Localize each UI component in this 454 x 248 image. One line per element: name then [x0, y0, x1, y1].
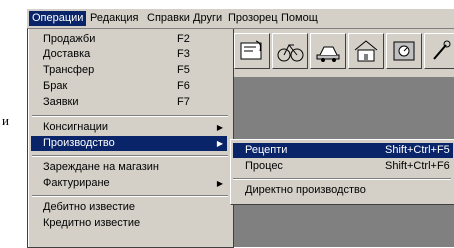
toolbar [232, 29, 454, 78]
menu-item-invoicing[interactable]: Фактуриране ▶ [31, 176, 227, 191]
bicycle-button[interactable] [272, 33, 308, 69]
submenu-item-process[interactable]: Процес Shift+Ctrl+F6 [233, 159, 453, 174]
menu-item-label: Трансфер [43, 64, 95, 76]
house-button[interactable] [348, 33, 384, 69]
menu-item-label: Брак [43, 80, 68, 92]
menu-item-shortcut: F6 [177, 80, 190, 92]
menu-separator [32, 115, 228, 117]
menu-bar: Операции Редакция Справки Други Прозорец… [27, 9, 454, 29]
menu-item-production[interactable]: Производство ▶ [31, 136, 227, 151]
menu-item-shortcut: F5 [177, 64, 190, 76]
submenu-arrow-icon: ▶ [216, 179, 223, 188]
menu-other[interactable]: Други [190, 11, 225, 26]
menu-item-store-load[interactable]: Зареждане на магазин [31, 160, 227, 175]
safe-button[interactable] [386, 33, 422, 69]
bicycle-icon [277, 44, 304, 62]
submenu-item-direct-production[interactable]: Директно производство [233, 183, 453, 198]
submenu-item-recipes[interactable]: Рецепти Shift+Ctrl+F5 [233, 143, 453, 158]
menu-separator [32, 155, 228, 157]
workspace [232, 29, 454, 247]
window-button[interactable] [234, 33, 270, 69]
submenu-item-label: Процес [245, 160, 283, 172]
house-icon [354, 40, 378, 62]
operations-menu: Продажби F2 Доставка F3 Трансфер F5 Брак… [27, 29, 234, 248]
menu-item-label: Кредитно известие [43, 217, 141, 229]
menu-item-label: Фактуриране [43, 177, 110, 189]
menu-item-shortcut: F7 [177, 96, 190, 108]
side-text: и [2, 113, 9, 128]
app-window: Операции Редакция Справки Други Прозорец… [27, 9, 454, 248]
tools-button[interactable] [424, 33, 454, 69]
tools-icon [433, 40, 451, 60]
menu-item-consignments[interactable]: Консигнации ▶ [31, 120, 227, 135]
submenu-arrow-icon: ▶ [216, 139, 223, 148]
menu-separator [32, 195, 228, 197]
car-icon [316, 46, 340, 62]
submenu-item-label: Директно производство [245, 184, 366, 196]
menu-references[interactable]: Справки [144, 11, 193, 26]
car-button[interactable] [310, 33, 346, 69]
submenu-item-shortcut: Shift+Ctrl+F6 [385, 160, 450, 172]
safe-icon [393, 41, 415, 61]
menu-item-transfer[interactable]: Трансфер F5 [31, 63, 227, 78]
submenu-arrow-icon: ▶ [216, 123, 223, 132]
menu-item-requests[interactable]: Заявки F7 [31, 95, 227, 110]
menu-item-delivery[interactable]: Доставка F3 [31, 47, 227, 62]
menu-item-scrap[interactable]: Брак F6 [31, 79, 227, 94]
submenu-item-shortcut: Shift+Ctrl+F5 [385, 144, 450, 156]
menu-help[interactable]: Помощ [278, 11, 321, 26]
menu-operations[interactable]: Операции [29, 11, 87, 26]
menu-item-label: Заявки [43, 96, 79, 108]
menu-item-debit-note[interactable]: Дебитно известие [31, 200, 227, 215]
menu-edit[interactable]: Редакция [87, 11, 141, 26]
submenu-item-label: Рецепти [245, 144, 288, 156]
menu-item-label: Дебитно известие [43, 201, 136, 213]
menu-item-credit-note[interactable]: Кредитно известие [31, 216, 227, 231]
menu-item-label: Доставка [43, 48, 91, 60]
production-submenu: Рецепти Shift+Ctrl+F5 Процес Shift+Ctrl+… [230, 139, 454, 205]
menu-item-shortcut: F2 [177, 33, 190, 45]
menu-item-label: Производство [43, 137, 115, 149]
menu-item-label: Консигнации [43, 121, 109, 133]
window-icon [240, 40, 262, 60]
menu-item-label: Зареждане на магазин [43, 161, 159, 173]
menu-separator [233, 178, 451, 180]
menu-window[interactable]: Прозорец [225, 11, 281, 26]
menu-item-sales[interactable]: Продажби F2 [31, 32, 227, 47]
menu-item-shortcut: F3 [177, 48, 190, 60]
menu-item-label: Продажби [43, 33, 96, 45]
